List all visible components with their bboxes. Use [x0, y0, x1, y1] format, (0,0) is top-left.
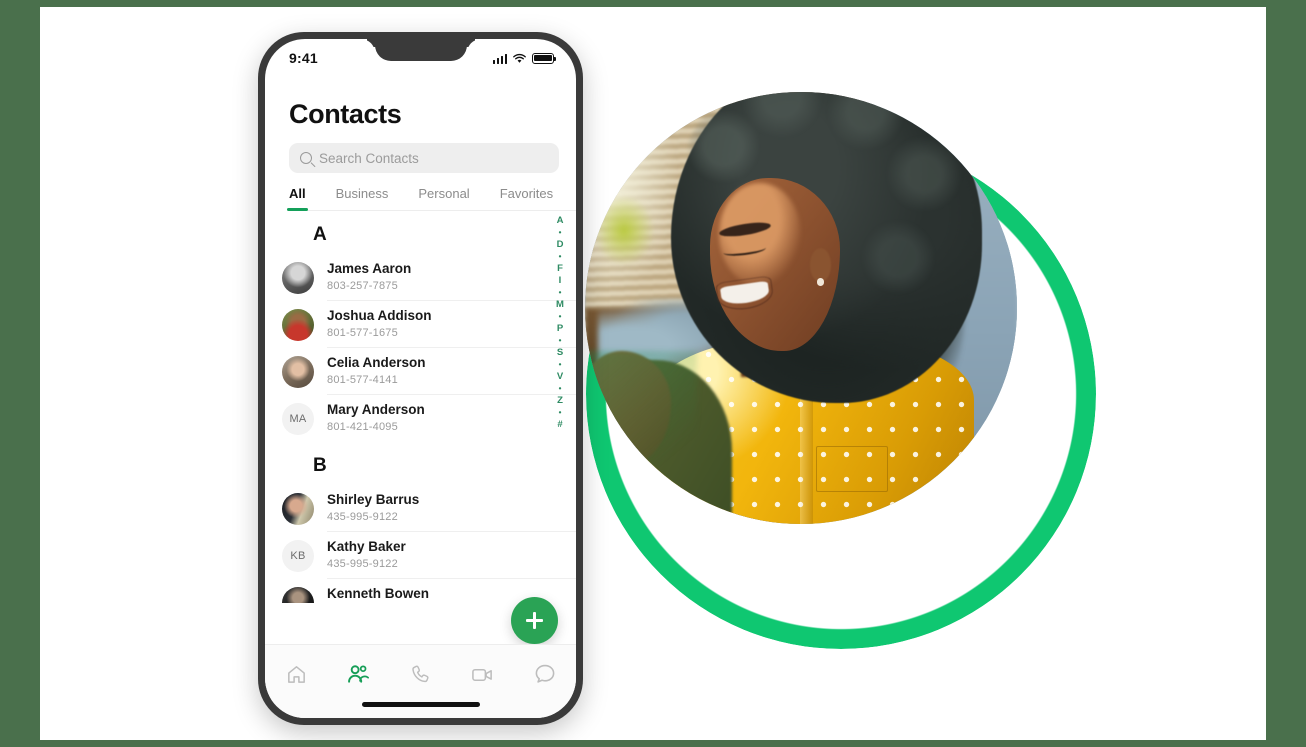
- contact-list[interactable]: A James Aaron 803-257-7875 Joshua Addiso…: [265, 211, 576, 603]
- index-letter[interactable]: D: [557, 240, 564, 250]
- contact-name: James Aaron: [327, 260, 412, 276]
- search-input[interactable]: Search Contacts: [289, 143, 559, 173]
- tab-business[interactable]: Business: [336, 186, 389, 210]
- index-dot[interactable]: •: [559, 384, 562, 393]
- contact-phone: 801-577-1675: [327, 326, 398, 339]
- list-item[interactable]: James Aaron 803-257-7875: [265, 254, 576, 301]
- contact-name: Mary Anderson: [327, 402, 425, 418]
- page-title: Contacts: [289, 99, 402, 129]
- contact-phone: 803-257-7875: [327, 279, 398, 292]
- status-icons: [492, 52, 557, 64]
- contact-phone: 435-995-9122: [327, 557, 398, 570]
- index-letter[interactable]: I: [559, 276, 562, 286]
- index-dot[interactable]: •: [559, 336, 562, 345]
- list-item-body: Joshua Addison 801-577-1675: [327, 301, 576, 348]
- contacts-icon: [347, 664, 369, 683]
- search-icon: [300, 152, 312, 164]
- list-item-body: Kathy Baker 435-995-9122: [327, 532, 576, 579]
- avatar: [282, 355, 314, 388]
- avatar: [282, 308, 314, 341]
- add-contact-button[interactable]: [511, 597, 558, 644]
- index-letter[interactable]: P: [557, 324, 563, 334]
- index-dot[interactable]: •: [559, 360, 562, 369]
- phone-screen: 9:41 Contacts Search Contacts All Busine…: [265, 39, 576, 718]
- index-dot[interactable]: •: [559, 289, 562, 297]
- bottom-navigation: [265, 644, 576, 718]
- nav-video[interactable]: [462, 659, 504, 689]
- alphabet-index-scrubber[interactable]: A • D • F I • M • P • S • V • Z • #: [552, 216, 568, 429]
- list-item[interactable]: KB Kathy Baker 435-995-9122: [265, 532, 576, 579]
- contact-phone: 801-421-4095: [327, 421, 398, 434]
- list-item-body: Mary Anderson 801-421-4095: [327, 395, 576, 442]
- list-item[interactable]: MA Mary Anderson 801-421-4095: [265, 395, 576, 442]
- photo-content: [585, 92, 1017, 524]
- chat-icon: [535, 664, 555, 683]
- contact-name: Kenneth Bowen: [327, 585, 430, 601]
- contact-phone: 801-577-4141: [327, 373, 398, 386]
- contact-phone: 435-995-9122: [327, 510, 398, 523]
- cellular-signal-icon: [492, 53, 507, 64]
- section-header-b: B: [313, 455, 327, 476]
- nav-contacts[interactable]: [337, 659, 379, 689]
- wifi-icon: [513, 53, 526, 63]
- index-letter[interactable]: #: [557, 420, 562, 430]
- filter-tabs: All Business Personal Favorites: [287, 186, 576, 211]
- tab-personal[interactable]: Personal: [418, 186, 469, 210]
- status-time: 9:41: [289, 50, 318, 66]
- index-dot[interactable]: •: [559, 313, 562, 321]
- page-canvas: 9:41 Contacts Search Contacts All Busine…: [40, 7, 1266, 740]
- index-letter[interactable]: F: [557, 264, 563, 274]
- list-item[interactable]: Shirley Barrus 435-995-9122: [265, 485, 576, 532]
- tab-all[interactable]: All: [287, 186, 308, 211]
- list-item-body: James Aaron 803-257-7875: [327, 254, 576, 301]
- section-header-a: A: [313, 224, 327, 245]
- home-icon: [287, 665, 305, 683]
- index-letter[interactable]: M: [556, 300, 564, 310]
- video-icon: [472, 668, 493, 681]
- avatar-initials: KB: [282, 539, 314, 572]
- list-item-body: Shirley Barrus 435-995-9122: [327, 485, 576, 532]
- index-letter[interactable]: A: [557, 216, 564, 226]
- tab-favorites[interactable]: Favorites: [500, 186, 553, 210]
- list-item[interactable]: Joshua Addison 801-577-1675: [265, 301, 576, 348]
- index-letter[interactable]: Z: [557, 396, 563, 406]
- contact-name: Shirley Barrus: [327, 491, 420, 507]
- index-dot[interactable]: •: [559, 408, 562, 417]
- search-placeholder: Search Contacts: [319, 150, 419, 166]
- contact-name: Kathy Baker: [327, 538, 406, 554]
- index-letter[interactable]: S: [557, 348, 563, 358]
- phone-icon: [412, 665, 429, 682]
- phone-device-frame: 9:41 Contacts Search Contacts All Busine…: [258, 32, 583, 725]
- contact-name: Celia Anderson: [327, 354, 426, 370]
- phone-notch: [374, 39, 467, 61]
- index-letter[interactable]: V: [557, 372, 563, 382]
- avatar: [282, 492, 314, 525]
- woman-smiling-at-phone-photo: [585, 92, 1017, 524]
- nav-home[interactable]: [275, 659, 317, 689]
- nav-phone[interactable]: [399, 659, 441, 689]
- battery-full-icon: [532, 52, 557, 64]
- list-item[interactable]: Celia Anderson 801-577-4141: [265, 348, 576, 395]
- list-item-body: Celia Anderson 801-577-4141: [327, 348, 576, 395]
- avatar: [282, 261, 314, 294]
- index-dot[interactable]: •: [559, 252, 562, 261]
- avatar: [282, 586, 314, 603]
- index-dot[interactable]: •: [559, 228, 562, 237]
- nav-chat[interactable]: [524, 659, 566, 689]
- avatar-initials: MA: [282, 402, 314, 435]
- home-indicator: [361, 702, 480, 707]
- contact-name: Joshua Addison: [327, 307, 432, 323]
